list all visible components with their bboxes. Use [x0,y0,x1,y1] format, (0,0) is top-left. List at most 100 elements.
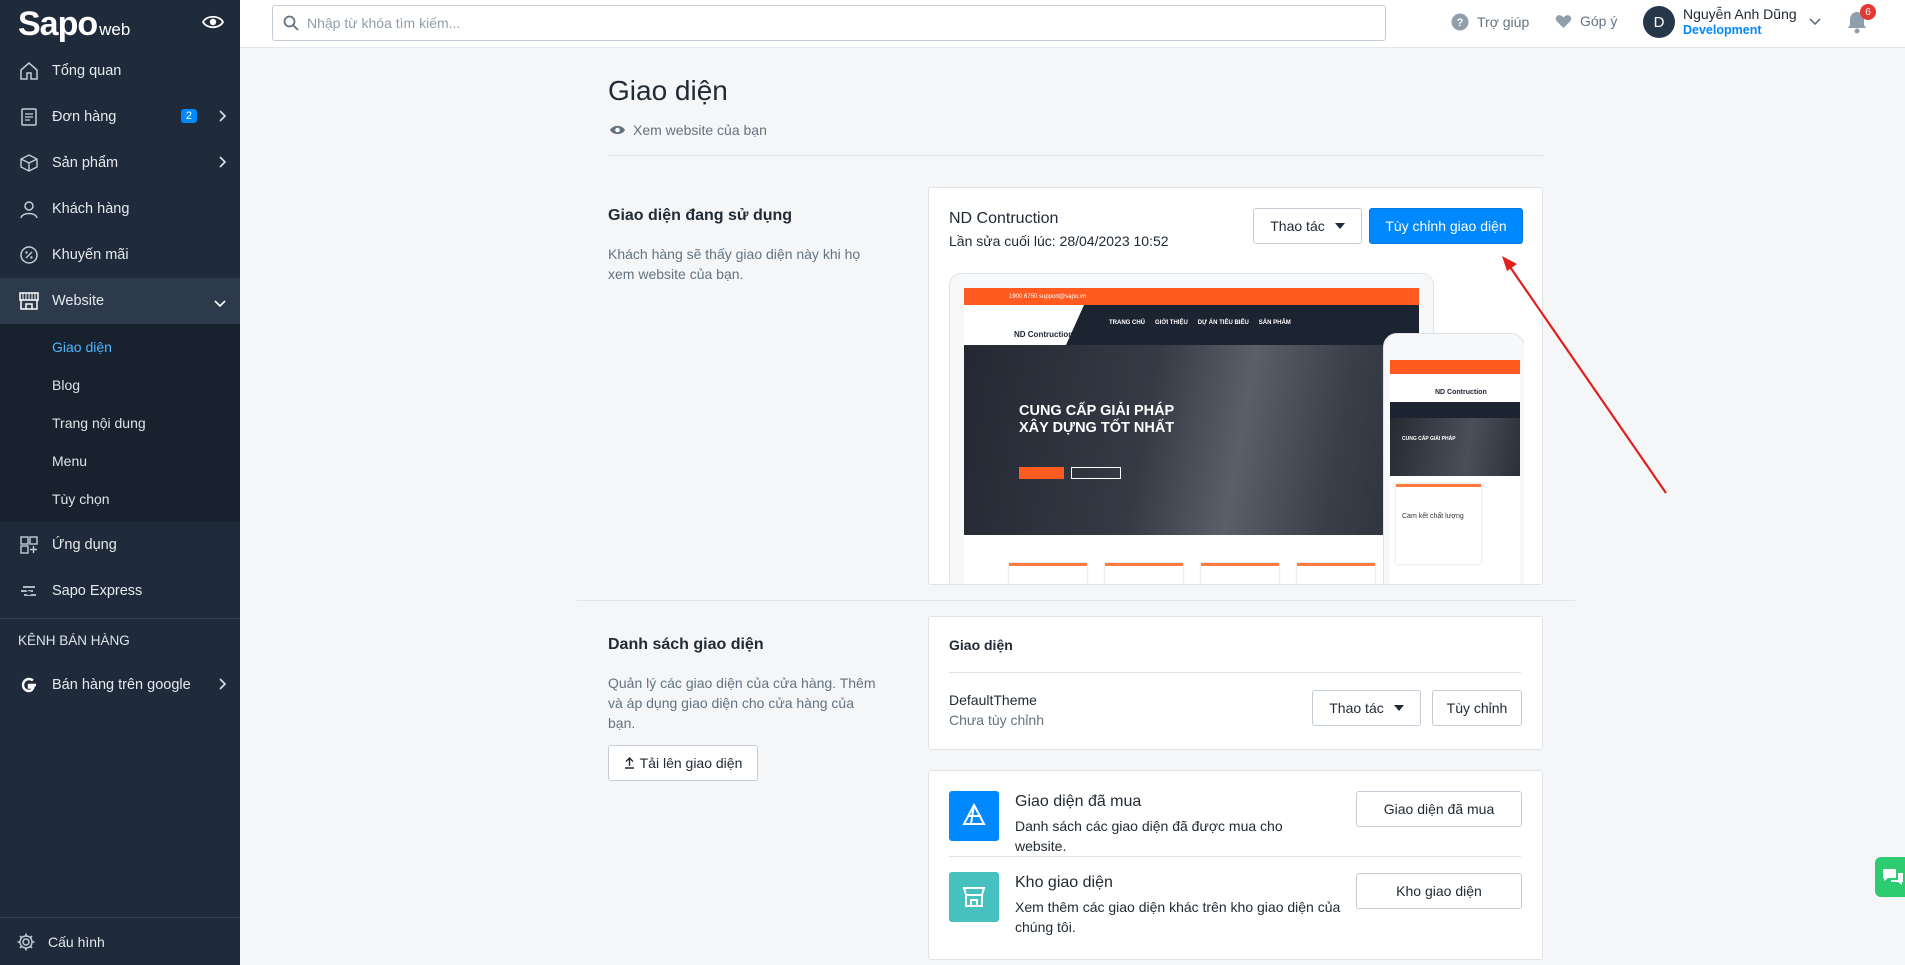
tablet-screen: 1900 6750 support@sapo.vn ND Contruction… [964,288,1419,584]
current-theme-description: Khách hàng sẽ thấy giao diện này khi họ … [608,246,861,282]
page-title: Giao diện [608,75,728,106]
sidebar-item-settings[interactable]: Cấu hình [0,917,240,965]
actions-label: Thao tác [1329,700,1384,716]
divider [949,856,1521,857]
phone-hero: CUNG CẤP GIẢI PHÁP [1390,418,1520,476]
sidebar-subitem-blog[interactable]: Blog [0,366,240,404]
upload-icon [624,757,635,769]
search-input[interactable] [307,8,1385,38]
sidebar-subitem-pages[interactable]: Trang nội dung [0,404,240,442]
view-website-link[interactable]: Xem website của bạn [609,122,767,138]
current-theme-card: ND Contruction Lần sửa cuối lúc: 28/04/2… [928,187,1543,585]
purchased-themes-icon [949,791,999,841]
caret-down-icon [1393,705,1404,711]
storefront-icon [18,290,40,312]
row-actions-dropdown[interactable]: Thao tác [1312,690,1421,726]
settings-label: Cấu hình [48,933,105,950]
preview-card [1105,563,1183,584]
order-icon [18,106,40,128]
chat-button[interactable] [1875,857,1905,897]
theme-table-card: Giao diện DefaultTheme Chưa tùy chỉnh Th… [928,616,1543,750]
sidebar-item-customers[interactable]: Khách hàng [0,186,240,232]
upload-theme-button[interactable]: Tải lên giao diện [608,745,758,781]
sidebar-item-products[interactable]: Sản phẩm [0,140,240,186]
current-theme-heading: Giao diện đang sử dụng [608,207,793,224]
topbar: ? Trợ giúp Góp ý D Nguyễn Anh Dũng Devel… [240,0,1905,48]
preview-topbar: 1900 6750 support@sapo.vn [964,288,1419,305]
feedback-link[interactable]: Góp ý [1555,13,1617,29]
chevron-right-icon [218,110,227,126]
user-role: Development [1683,23,1762,37]
help-link[interactable]: ? Trợ giúp [1451,13,1529,31]
sidebar-item-sapo-express[interactable]: S Sapo Express [0,568,240,614]
sidebar-item-overview[interactable]: Tổng quan [0,48,240,94]
sidebar-subitem-themes[interactable]: Giao diện [0,328,240,366]
sidebar-item-label: Bán hàng trên google [52,677,191,693]
sidebar-item-label: Tổng quan [52,63,122,79]
svg-text:S: S [26,587,32,597]
preview-menu-item: DỰ ÁN TIÊU BIỂU [1197,320,1249,326]
sidebar-item-promotions[interactable]: Khuyến mãi [0,232,240,278]
sidebar-subitem-menu[interactable]: Menu [0,442,240,480]
preview-card [1297,563,1375,584]
theme-store-title: Kho giao diện [1015,874,1113,891]
phone-topbar [1390,360,1520,374]
preview-menu-item: GIỚI THIỆU [1155,320,1188,326]
user-name: Nguyễn Anh Dũng [1683,6,1797,22]
preview-card [1009,563,1087,584]
current-theme-last-updated: Lần sửa cuối lúc: 28/04/2023 10:52 [949,233,1169,249]
purchased-themes-title: Giao diện đã mua [1015,793,1142,810]
user-menu[interactable]: D Nguyễn Anh Dũng Development [1643,6,1821,38]
theme-row-status: Chưa tùy chỉnh [949,712,1044,728]
theme-table-heading: Giao diện [949,637,1013,653]
actions-label: Thao tác [1270,218,1325,234]
theme-preview[interactable]: 1900 6750 support@sapo.vn ND Contruction… [949,273,1524,584]
theme-actions-dropdown[interactable]: Thao tác [1253,208,1362,244]
sapo-logo[interactable]: Sapo web [18,7,130,41]
sidebar-item-orders[interactable]: Đơn hàng 2 [0,94,240,140]
divider [608,155,1543,156]
row-customize-button[interactable]: Tùy chỉnh [1432,690,1522,726]
user-icon [18,198,40,220]
preview-navbar: ND Contruction TRANG CHỦ GIỚI THIỆU DỰ Á… [964,305,1419,345]
preview-hero-button [1019,467,1064,479]
divider [949,672,1521,673]
notification-badge: 6 [1860,4,1876,20]
sidebar-item-google-shopping[interactable]: Bán hàng trên google [0,662,240,708]
sales-channels-heading: KÊNH BÁN HÀNG [0,618,240,662]
preview-logo: ND Contruction [1014,330,1074,339]
preview-menu-item: SẢN PHẨM [1258,320,1291,326]
help-circle-icon: ? [1451,13,1469,31]
theme-store-icon [949,872,999,922]
sidebar-item-label: Khách hàng [52,201,130,217]
search-icon [283,15,299,31]
discount-icon [18,244,40,266]
purchased-themes-button[interactable]: Giao diện đã mua [1356,791,1522,827]
sidebar-item-label: Website [52,293,105,309]
preview-menu: TRANG CHỦ GIỚI THIỆU DỰ ÁN TIÊU BIỂU SẢN… [1109,320,1291,326]
chat-icon [1881,866,1905,888]
sidebar-subitem-preferences[interactable]: Tùy chọn [0,480,240,518]
sidebar-header: Sapo web [0,0,240,48]
sidebar-item-apps[interactable]: Ứng dụng [0,522,240,568]
website-subnav: Giao diện Blog Trang nội dung Menu Tùy c… [0,324,240,522]
sidebar-item-label: Ứng dụng [52,537,117,553]
phone-preview: ND Contruction CUNG CẤP GIẢI PHÁP Cam kế… [1383,333,1524,584]
theme-list-heading: Danh sách giao diện [608,636,764,653]
theme-store-button[interactable]: Kho giao diện [1356,873,1522,909]
sapo-express-icon: S [18,580,40,602]
eye-icon[interactable] [201,14,225,35]
current-theme-name: ND Contruction [949,210,1059,227]
customize-theme-button[interactable]: Tùy chỉnh giao diện [1369,208,1523,244]
sidebar-item-website[interactable]: Website [0,278,240,324]
heart-icon [1555,14,1572,29]
gear-icon [16,932,36,952]
theme-resources-card: Giao diện đã mua Danh sách các giao diện… [928,770,1543,960]
chevron-down-icon [214,296,226,312]
upload-theme-label: Tải lên giao diện [639,755,743,771]
logo-main-text: Sapo [18,5,98,43]
chevron-down-icon [1809,18,1821,26]
preview-hero-line: XÂY DỰNG TỐT NHẤT [1019,420,1175,436]
user-info: Nguyễn Anh Dũng Development [1683,6,1797,38]
phone-card: Cam kết chất lượng [1396,484,1481,564]
